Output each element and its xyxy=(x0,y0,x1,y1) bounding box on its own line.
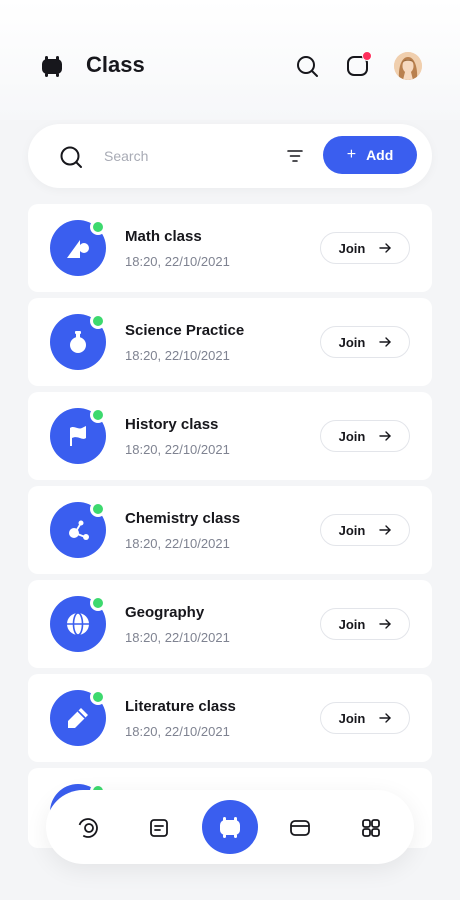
app-logo-icon xyxy=(42,56,62,77)
class-name: Chemistry class xyxy=(125,510,241,527)
join-label: Join xyxy=(338,616,366,632)
online-status-dot xyxy=(90,501,106,517)
notification-badge xyxy=(362,51,372,61)
class-list: Math class 18:20, 22/10/2021 Join Scienc… xyxy=(28,204,432,848)
arrow-right-icon xyxy=(379,431,392,441)
bottom-fade xyxy=(0,860,460,900)
globe-icon xyxy=(67,612,89,636)
card-icon[interactable] xyxy=(289,817,311,839)
class-time: 18:20, 22/10/2021 xyxy=(125,254,230,269)
grid-icon[interactable] xyxy=(360,817,382,839)
pencil-icon xyxy=(68,708,88,728)
notification-button[interactable] xyxy=(345,51,372,79)
online-status-dot xyxy=(90,595,106,611)
class-time: 18:20, 22/10/2021 xyxy=(125,348,230,363)
online-status-dot xyxy=(90,313,106,329)
plus-icon: + xyxy=(346,146,357,163)
search-bar: + Add xyxy=(28,124,432,188)
join-button[interactable]: Join xyxy=(320,608,410,640)
arrow-right-icon xyxy=(379,713,392,723)
class-name: Literature class xyxy=(125,698,236,715)
flask-icon xyxy=(70,331,86,353)
avatar[interactable] xyxy=(394,52,422,80)
add-button-label: Add xyxy=(366,147,394,163)
dashboard-icon[interactable] xyxy=(77,817,99,839)
class-avatar xyxy=(50,689,106,746)
geometry-icon xyxy=(67,240,89,258)
class-card[interactable]: Science Practice 18:20, 22/10/2021 Join xyxy=(28,298,432,386)
class-name: Math class xyxy=(125,228,202,245)
join-button[interactable]: Join xyxy=(320,326,410,358)
arrow-right-icon xyxy=(379,619,392,629)
class-time: 18:20, 22/10/2021 xyxy=(125,630,230,645)
class-time: 18:20, 22/10/2021 xyxy=(125,442,230,457)
class-name: History class xyxy=(125,416,219,433)
join-label: Join xyxy=(338,522,366,538)
arrow-right-icon xyxy=(379,525,392,535)
class-time: 18:20, 22/10/2021 xyxy=(125,724,230,739)
class-icon xyxy=(220,817,240,838)
arrow-right-icon xyxy=(379,243,392,253)
search-input[interactable] xyxy=(104,144,274,168)
class-card[interactable]: History class 18:20, 22/10/2021 Join xyxy=(28,392,432,480)
class-time: 18:20, 22/10/2021 xyxy=(125,536,230,551)
join-button[interactable]: Join xyxy=(320,420,410,452)
notes-icon[interactable] xyxy=(148,817,170,839)
class-name: Science Practice xyxy=(125,322,245,339)
class-card[interactable]: Math class 18:20, 22/10/2021 Join xyxy=(28,204,432,292)
join-button[interactable]: Join xyxy=(320,514,410,546)
join-label: Join xyxy=(338,428,366,444)
class-card[interactable]: Literature class 18:20, 22/10/2021 Join xyxy=(28,674,432,762)
class-avatar xyxy=(50,407,106,464)
class-avatar xyxy=(50,219,106,276)
class-card[interactable]: Geography 18:20, 22/10/2021 Join xyxy=(28,580,432,668)
add-button[interactable]: + Add xyxy=(323,136,417,174)
class-avatar xyxy=(50,501,106,558)
page-title: Class xyxy=(86,52,145,77)
class-avatar xyxy=(50,595,106,652)
class-avatar xyxy=(50,313,106,370)
bottom-nav xyxy=(46,790,414,864)
join-label: Join xyxy=(338,334,366,350)
app-header: Class xyxy=(0,0,460,120)
arrow-right-icon xyxy=(379,337,392,347)
class-name: Geography xyxy=(125,604,205,621)
online-status-dot xyxy=(90,219,106,235)
online-status-dot xyxy=(90,407,106,423)
flag-icon xyxy=(70,426,86,446)
search-icon xyxy=(60,146,82,168)
search-icon[interactable] xyxy=(294,53,320,79)
join-button[interactable]: Join xyxy=(320,232,410,264)
nav-class-button[interactable] xyxy=(202,800,258,854)
molecule-icon xyxy=(69,520,89,540)
class-card[interactable]: Chemistry class 18:20, 22/10/2021 Join xyxy=(28,486,432,574)
join-label: Join xyxy=(338,240,366,256)
join-button[interactable]: Join xyxy=(320,702,410,734)
online-status-dot xyxy=(90,689,106,705)
filter-icon[interactable] xyxy=(286,147,304,165)
join-label: Join xyxy=(338,710,366,726)
